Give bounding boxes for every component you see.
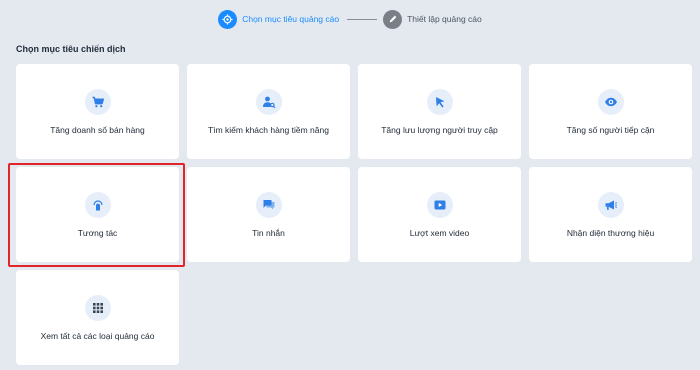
objective-card-sales[interactable]: Tăng doanh số bán hàng xyxy=(16,64,179,159)
cart-icon xyxy=(84,88,111,115)
card-label: Tăng doanh số bán hàng xyxy=(50,124,145,135)
step-connector xyxy=(347,18,378,20)
card-label: Tăng lưu lượng người truy cập xyxy=(381,124,498,135)
step-setup-ad[interactable]: Thiết lập quảng cáo xyxy=(383,9,482,29)
objective-card-view-all[interactable]: Xem tất cả các loại quảng cáo xyxy=(16,270,179,365)
objective-card-engagement[interactable]: Tương tác xyxy=(16,167,179,262)
objective-card-reach[interactable]: Tăng số người tiếp cận xyxy=(529,64,692,159)
card-label: Tin nhắn xyxy=(252,227,285,238)
target-icon xyxy=(218,9,238,29)
grid-icon xyxy=(84,294,111,321)
objective-card-video-views[interactable]: Lượt xem video xyxy=(358,167,521,262)
cursor-icon xyxy=(426,88,453,115)
user-search-icon xyxy=(255,88,282,115)
section-title: Chọn mục tiêu chiến dịch xyxy=(16,44,126,54)
card-label: Nhận diện thương hiệu xyxy=(566,227,655,238)
step-choose-objective[interactable]: Chọn mục tiêu quảng cáo xyxy=(218,9,340,29)
chat-icon xyxy=(255,191,282,218)
card-label: Tìm kiếm khách hàng tiềm năng xyxy=(208,124,329,135)
objective-grid: Tăng doanh số bán hàng Tìm kiếm khách hà… xyxy=(16,64,692,365)
tap-icon xyxy=(84,191,111,218)
objective-card-leads[interactable]: Tìm kiếm khách hàng tiềm năng xyxy=(187,64,350,159)
video-play-icon xyxy=(426,191,453,218)
stepper: Chọn mục tiêu quảng cáo Thiết lập quảng … xyxy=(0,9,700,29)
objective-card-brand-awareness[interactable]: Nhận diện thương hiệu xyxy=(529,167,692,262)
card-label: Tương tác xyxy=(77,227,118,238)
eye-icon xyxy=(597,88,624,115)
card-label: Tăng số người tiếp cận xyxy=(566,124,655,135)
objective-card-messages[interactable]: Tin nhắn xyxy=(187,167,350,262)
card-label: Lượt xem video xyxy=(409,227,470,238)
step-label: Chọn mục tiêu quảng cáo xyxy=(242,14,340,24)
megaphone-icon xyxy=(597,191,624,218)
pencil-icon xyxy=(383,9,403,29)
step-label: Thiết lập quảng cáo xyxy=(407,14,482,24)
card-label: Xem tất cả các loại quảng cáo xyxy=(40,330,155,341)
objective-card-traffic[interactable]: Tăng lưu lượng người truy cập xyxy=(358,64,521,159)
